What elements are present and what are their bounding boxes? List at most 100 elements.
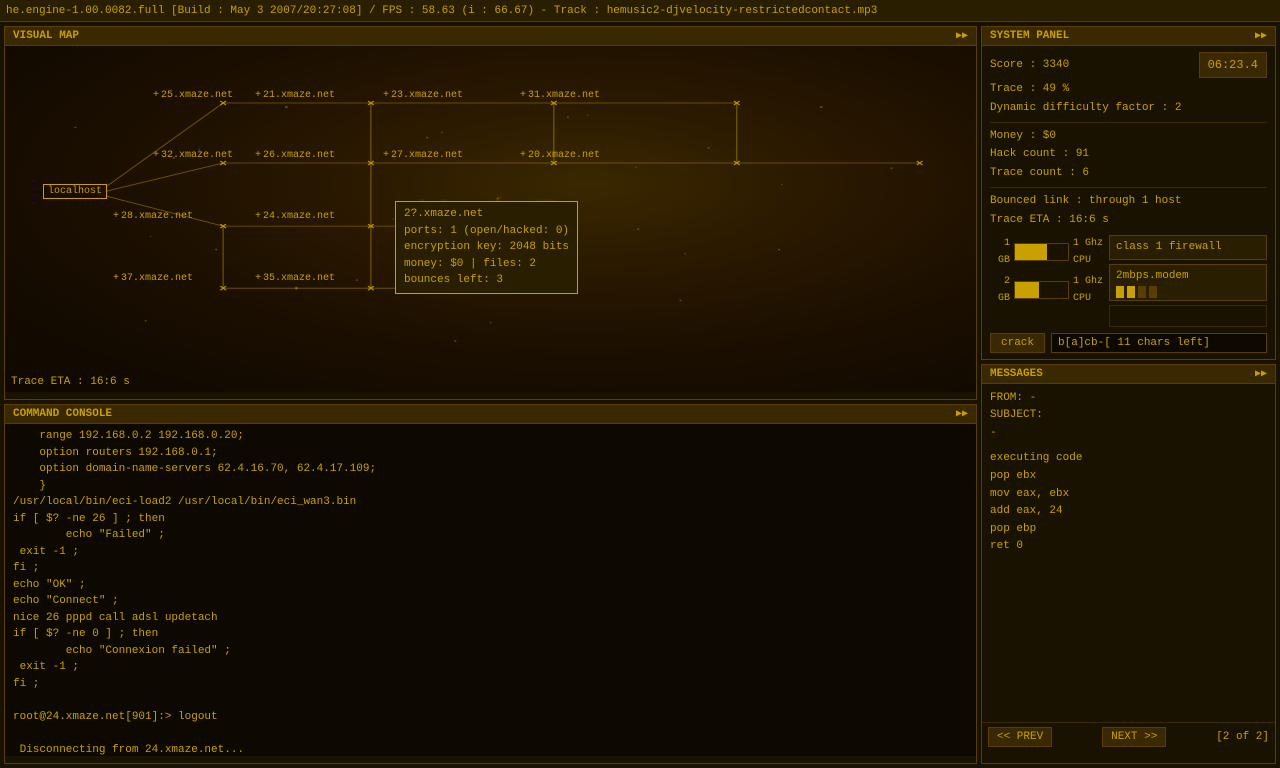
console-line: if [ $? -ne 0 ] ; then xyxy=(13,626,968,643)
console-content[interactable]: range 192.168.0.2 192.168.0.20; option r… xyxy=(5,424,976,756)
message-count: [2 of 2] xyxy=(1216,731,1269,743)
trace-label: Trace : 49 % xyxy=(990,80,1267,99)
node-24[interactable]: 24.xmaze.net xyxy=(255,211,335,222)
node-37[interactable]: 37.xmaze.net xyxy=(113,273,193,284)
subject-value: - xyxy=(990,425,1267,443)
console-line: fi ; xyxy=(13,676,968,693)
node-28[interactable]: 28.xmaze.net xyxy=(113,211,193,222)
node-26[interactable]: 26.xmaze.net xyxy=(255,150,335,161)
node-23[interactable]: 23.xmaze.net xyxy=(383,90,463,101)
messages-title: MESSAGES xyxy=(990,368,1043,380)
prev-button[interactable]: << PREV xyxy=(988,727,1052,747)
modem-seg-2 xyxy=(1127,286,1135,298)
hw-bar-1 xyxy=(1014,243,1069,261)
system-panel-icon: ▶▶ xyxy=(1255,30,1267,42)
messages-content: FROM: - SUBJECT: - executing code pop eb… xyxy=(982,384,1275,722)
tooltip-encryption: encryption key: 2048 bits xyxy=(404,239,569,256)
console-line xyxy=(13,692,968,709)
crack-input[interactable] xyxy=(1051,333,1267,353)
gb-label-1: 1GB xyxy=(990,235,1010,269)
messages-header: MESSAGES ▶▶ xyxy=(982,365,1275,384)
node-27[interactable]: 27.xmaze.net xyxy=(383,150,463,161)
hw-bar-2 xyxy=(1014,281,1069,299)
console-line: echo "OK" ; xyxy=(13,577,968,594)
console-line: /usr/local/bin/eci-load2 /usr/local/bin/… xyxy=(13,494,968,511)
score-label: Score : 3340 xyxy=(990,56,1069,75)
messages-footer: << PREV NEXT >> [2 of 2] xyxy=(982,722,1275,751)
visual-map-content: 25.xmaze.net 21.xmaze.net 23.xmaze.net 3… xyxy=(5,46,976,392)
hw-row-2: 2GB 1 Ghz CPU xyxy=(990,273,1103,307)
cpu-label-2: CPU xyxy=(1073,290,1103,307)
console-line: exit -1 ; xyxy=(13,659,968,676)
node-25[interactable]: 25.xmaze.net xyxy=(153,90,233,101)
console-icon: ▶▶ xyxy=(956,408,968,420)
console-title: COMMAND CONSOLE xyxy=(13,408,112,420)
tooltip-money: money: $0 | files: 2 xyxy=(404,256,569,273)
visual-map-header: VISUAL MAP ▶▶ xyxy=(5,27,976,46)
console-line: } xyxy=(13,478,968,495)
console-line: echo "Failed" ; xyxy=(13,527,968,544)
next-button[interactable]: NEXT >> xyxy=(1102,727,1166,747)
hw-row-1: 1GB 1 Ghz CPU xyxy=(990,235,1103,269)
cpu-ghz-2: 1 Ghz xyxy=(1073,273,1103,290)
map-trace-eta: Trace ETA : 16:6 s xyxy=(11,376,130,388)
console-line: exit -1 ; xyxy=(13,544,968,561)
from-row: FROM: - xyxy=(990,390,1267,408)
code-line-3: add eax, 24 xyxy=(990,503,1267,521)
right-panel: SYSTEM PANEL ▶▶ Score : 3340 06:23.4 Tra… xyxy=(981,26,1276,764)
node-35[interactable]: 35.xmaze.net xyxy=(255,273,335,284)
cpu-block-1: 1 Ghz CPU xyxy=(1073,235,1103,269)
node-32[interactable]: 32.xmaze.net xyxy=(153,150,233,161)
console-line: Disconnecting from 24.xmaze.net... xyxy=(13,742,968,757)
firewall-card: class 1 firewall xyxy=(1109,235,1267,260)
node-21[interactable]: 21.xmaze.net xyxy=(255,90,335,101)
node-31[interactable]: 31.xmaze.net xyxy=(520,90,600,101)
console-line: if [ $? -ne 26 ] ; then xyxy=(13,511,968,528)
hack-count-label: Hack count : 91 xyxy=(990,145,1267,164)
localhost-box[interactable]: localhost xyxy=(43,184,107,199)
score-time-row: Score : 3340 06:23.4 xyxy=(990,52,1267,78)
node-20[interactable]: 20.xmaze.net xyxy=(520,150,600,161)
cpu-block-2: 1 Ghz CPU xyxy=(1073,273,1103,307)
trace-eta-label: Trace ETA : 16:6 s xyxy=(990,211,1267,230)
code-line-2: mov eax, ebx xyxy=(990,486,1267,504)
console-panel: COMMAND CONSOLE ▶▶ range 192.168.0.2 192… xyxy=(4,404,977,764)
messages-panel: MESSAGES ▶▶ FROM: - SUBJECT: - executing… xyxy=(981,364,1276,764)
system-panel-content: Score : 3340 06:23.4 Trace : 49 % Dynami… xyxy=(982,46,1275,359)
modem-card: 2mbps.modem xyxy=(1109,264,1267,301)
hw-card-empty xyxy=(1109,305,1267,327)
executing-section: executing code pop ebx mov eax, ebx add … xyxy=(990,450,1267,556)
crack-button[interactable]: crack xyxy=(990,333,1045,353)
console-header: COMMAND CONSOLE ▶▶ xyxy=(5,405,976,424)
node-tooltip: 2?.xmaze.net ports: 1 (open/hacked: 0) e… xyxy=(395,201,578,294)
tooltip-host: 2?.xmaze.net xyxy=(404,206,569,223)
modem-label: 2mbps.modem xyxy=(1116,270,1189,282)
console-line: nice 26 pppd call adsl updetach xyxy=(13,610,968,627)
difficulty-label: Dynamic difficulty factor : 2 xyxy=(990,99,1267,118)
modem-seg-4 xyxy=(1149,286,1157,298)
console-line: fi ; xyxy=(13,560,968,577)
code-line-1: pop ebx xyxy=(990,468,1267,486)
tooltip-bounces: bounces left: 3 xyxy=(404,272,569,289)
modem-seg-1 xyxy=(1116,286,1124,298)
gb-label-2: 2GB xyxy=(990,273,1010,307)
console-line: root@24.xmaze.net[901]:> logout xyxy=(13,709,968,726)
modem-bar xyxy=(1116,286,1260,298)
hw-right: class 1 firewall 2mbps.modem xyxy=(1109,235,1267,326)
title-bar: he.engine-1.00.0082.full [Build : May 3 … xyxy=(0,0,1280,22)
console-line: echo "Connect" ; xyxy=(13,593,968,610)
hw-bar-fill-1 xyxy=(1015,244,1047,260)
visual-map-title: VISUAL MAP xyxy=(13,30,79,42)
hw-bar-fill-2 xyxy=(1015,282,1039,298)
visual-map-icon: ▶▶ xyxy=(956,30,968,42)
console-line: range 192.168.0.2 192.168.0.20; xyxy=(13,428,968,445)
cpu-label-1: CPU xyxy=(1073,252,1103,269)
tooltip-ports: ports: 1 (open/hacked: 0) xyxy=(404,223,569,240)
title-text: he.engine-1.00.0082.full [Build : May 3 … xyxy=(6,5,877,17)
executing-label: executing code xyxy=(990,450,1267,468)
hw-left: 1GB 1 Ghz CPU 2GB xyxy=(990,235,1103,326)
console-line: echo "Connexion failed" ; xyxy=(13,643,968,660)
console-line xyxy=(13,725,968,742)
left-panel: VISUAL MAP ▶▶ xyxy=(4,26,977,764)
from-label: FROM: xyxy=(990,392,1023,404)
